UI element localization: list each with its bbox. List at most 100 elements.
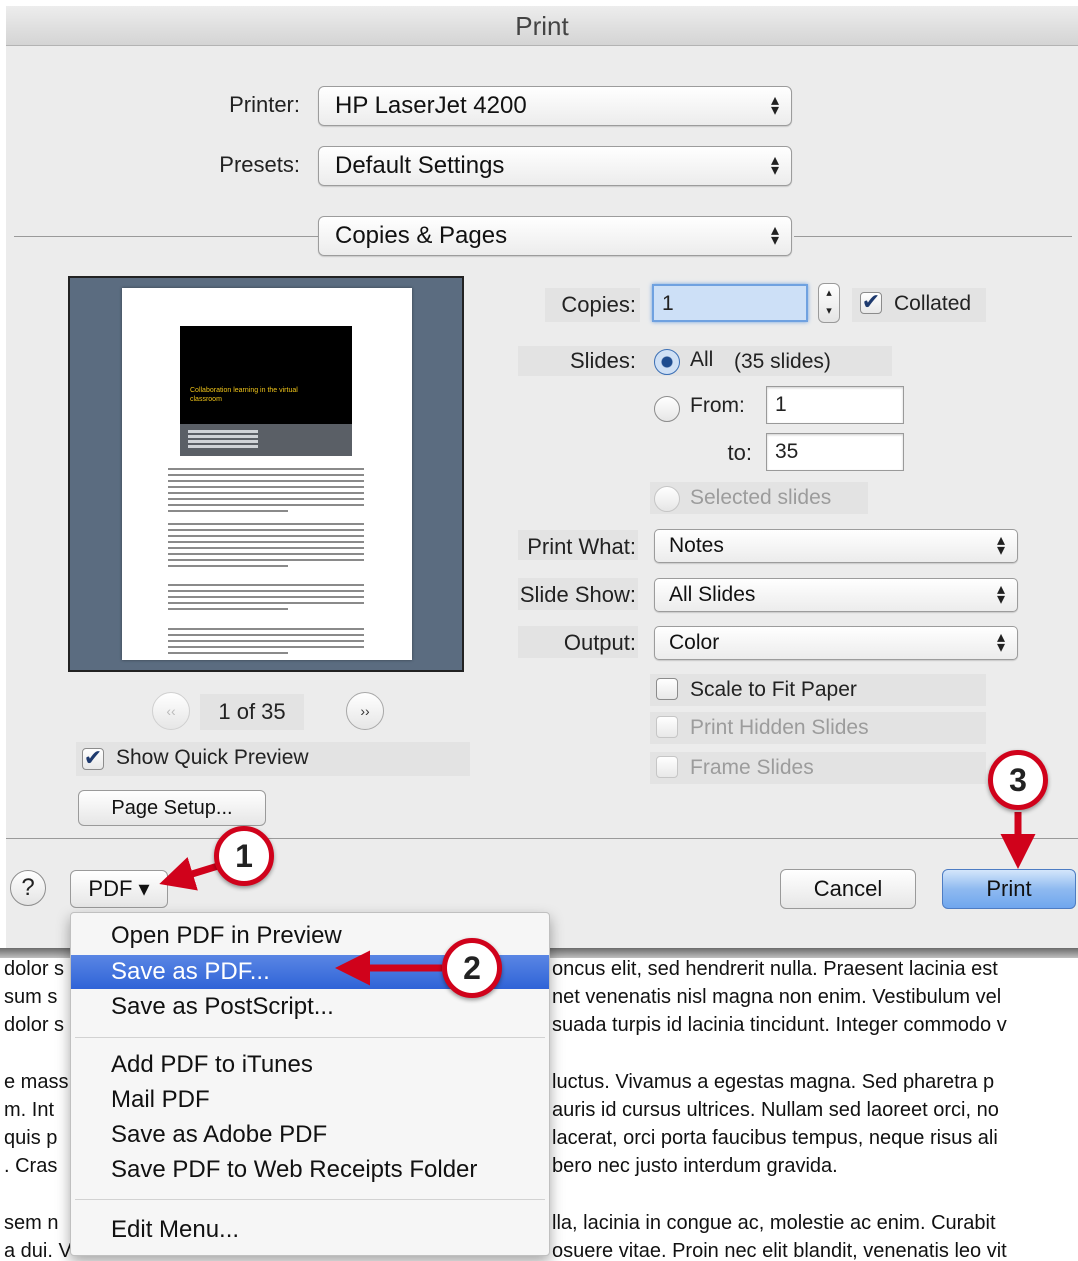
- output-label: Output:: [563, 630, 636, 655]
- collated-checkbox[interactable]: ✔: [860, 291, 882, 314]
- page-indicator: 1 of 35: [200, 694, 304, 730]
- background-text-line: suada turpis id lacinia tincidunt. Integ…: [552, 1014, 1007, 1036]
- divider: [14, 236, 318, 237]
- menu-item-save-adobe-pdf[interactable]: Save as Adobe PDF: [71, 1118, 549, 1152]
- preview-text-line: [168, 468, 364, 470]
- help-button[interactable]: ?: [10, 870, 46, 906]
- background-text-line: osuere vitae. Proin nec elit blandit, ve…: [552, 1240, 1007, 1261]
- slides-all-radio[interactable]: [654, 349, 680, 375]
- show-quick-preview-checkbox[interactable]: ✔: [82, 747, 104, 770]
- presets-select[interactable]: Default Settings ▴ ▾: [318, 146, 792, 186]
- scale-to-fit-checkbox[interactable]: [656, 678, 678, 700]
- copies-stepper[interactable]: ▴ ▾: [818, 283, 840, 323]
- next-page-button[interactable]: ››: [346, 692, 384, 730]
- print-what-value: Notes: [669, 534, 724, 557]
- copies-field[interactable]: 1: [652, 284, 808, 322]
- print-hidden-slides-checkbox[interactable]: [656, 716, 678, 738]
- page-setup-button[interactable]: Page Setup...: [78, 790, 266, 826]
- menu-item-mail-pdf[interactable]: Mail PDF: [71, 1083, 549, 1117]
- background-text-line: dolor s: [4, 958, 65, 980]
- updown-arrows-icon: ▴ ▾: [770, 92, 779, 119]
- slides-from-field[interactable]: 1: [766, 386, 904, 424]
- background-text-line: quis p: [4, 1127, 58, 1149]
- background-text-line: e mass: [4, 1071, 69, 1093]
- preview-text-line: [168, 480, 364, 482]
- preview-text-line: [168, 553, 364, 555]
- preview-text-line: [168, 529, 364, 531]
- updown-arrows-icon: ▴ ▾: [770, 222, 779, 249]
- section-value: Copies & Pages: [335, 222, 508, 249]
- background-text-line: luctus. Vivamus a egestas magna. Sed pha…: [552, 1071, 995, 1093]
- menu-separator: [75, 1199, 545, 1200]
- slides-to-field[interactable]: 35: [766, 433, 904, 471]
- slides-all-label: All: [690, 348, 714, 371]
- presets-label: Presets:: [219, 152, 300, 177]
- preview-slide: Collaboration learning in the virtual cl…: [180, 326, 352, 456]
- background-text-line: lla, lacinia in congue ac, molestie ac e…: [552, 1212, 996, 1234]
- callout-1: 1: [214, 826, 274, 886]
- preview-text-line: [168, 628, 364, 630]
- divider: [794, 236, 1072, 237]
- menu-item-add-pdf-itunes[interactable]: Add PDF to iTunes: [71, 1048, 549, 1082]
- background-text-line: m. Int: [4, 1099, 55, 1121]
- slide-show-select[interactable]: All Slides ▴ ▾: [654, 578, 1018, 612]
- slides-count: (35 slides): [734, 350, 831, 373]
- footer-divider: [6, 838, 1078, 839]
- preview-text-line: [168, 504, 364, 506]
- preview-text-line: [168, 535, 364, 537]
- print-what-select[interactable]: Notes ▴ ▾: [654, 529, 1018, 563]
- preview-text-line: [168, 541, 364, 543]
- print-button[interactable]: Print: [942, 869, 1076, 909]
- preview-text-line: [168, 602, 364, 604]
- preview-text-line: [168, 646, 364, 648]
- menu-separator: [75, 1037, 545, 1038]
- background-text-line: bero nec justo interdum gravida.: [552, 1155, 838, 1177]
- background-text-line: oncus elit, sed hendrerit nulla. Praesen…: [552, 958, 998, 980]
- frame-slides-checkbox[interactable]: [656, 756, 678, 778]
- collated-label: Collated: [894, 292, 972, 315]
- menu-item-save-web-receipts[interactable]: Save PDF to Web Receipts Folder: [71, 1153, 549, 1187]
- printer-select[interactable]: HP LaserJet 4200 ▴ ▾: [318, 86, 792, 126]
- preview-text-line: [168, 590, 364, 592]
- background-text-line: . Cras: [4, 1155, 58, 1177]
- selected-slides-label: Selected slides: [690, 486, 832, 509]
- preview-text-line: [168, 498, 364, 500]
- print-what-label: Print What:: [527, 534, 636, 559]
- slide-show-label: Slide Show:: [519, 582, 636, 607]
- preview-slide-band: [180, 424, 352, 456]
- preview-text-line: [168, 547, 364, 549]
- slides-to-label: to:: [727, 440, 752, 465]
- background-text-line: lacerat, orci porta faucibus tempus, neq…: [552, 1127, 998, 1149]
- section-select[interactable]: Copies & Pages ▴ ▾: [318, 216, 792, 256]
- preview-page: Collaboration learning in the virtual cl…: [122, 288, 412, 660]
- show-quick-preview-label: Show Quick Preview: [116, 746, 309, 769]
- print-hidden-slides-label: Print Hidden Slides: [690, 716, 869, 739]
- background-text-line: auris id cursus ultrices. Nullam sed lao…: [552, 1099, 999, 1121]
- output-select[interactable]: Color ▴ ▾: [654, 626, 1018, 660]
- previous-page-button[interactable]: ‹‹: [152, 692, 190, 730]
- cancel-button[interactable]: Cancel: [780, 869, 916, 909]
- background-text-line: sem n: [4, 1212, 59, 1234]
- updown-arrows-icon: ▴ ▾: [996, 629, 1005, 656]
- slide-show-value: All Slides: [669, 583, 756, 606]
- preview-text-line: [168, 523, 364, 525]
- frame-slides-label: Frame Slides: [690, 756, 814, 779]
- preview-text-line: [168, 559, 364, 561]
- preview-text-line: [168, 640, 364, 642]
- preview-text-line: [168, 474, 364, 476]
- background-text-line: sum s: [4, 986, 58, 1008]
- window-title: Print: [6, 6, 1078, 46]
- menu-item-edit-menu[interactable]: Edit Menu...: [71, 1213, 549, 1247]
- preview-text-line: [168, 596, 364, 598]
- callout-2: 2: [442, 938, 502, 998]
- updown-arrows-icon: ▴ ▾: [770, 152, 779, 179]
- slides-label: Slides:: [569, 348, 636, 373]
- pdf-menu-button[interactable]: PDF ▾: [70, 870, 168, 908]
- updown-arrows-icon: ▴ ▾: [996, 581, 1005, 608]
- preview-text-line: [168, 510, 288, 512]
- slides-from-radio[interactable]: [654, 396, 680, 422]
- preview-text-line: [168, 652, 288, 654]
- callout-3: 3: [988, 750, 1048, 810]
- selected-slides-radio[interactable]: [654, 486, 680, 512]
- background-text-line: a dui. V: [4, 1240, 70, 1261]
